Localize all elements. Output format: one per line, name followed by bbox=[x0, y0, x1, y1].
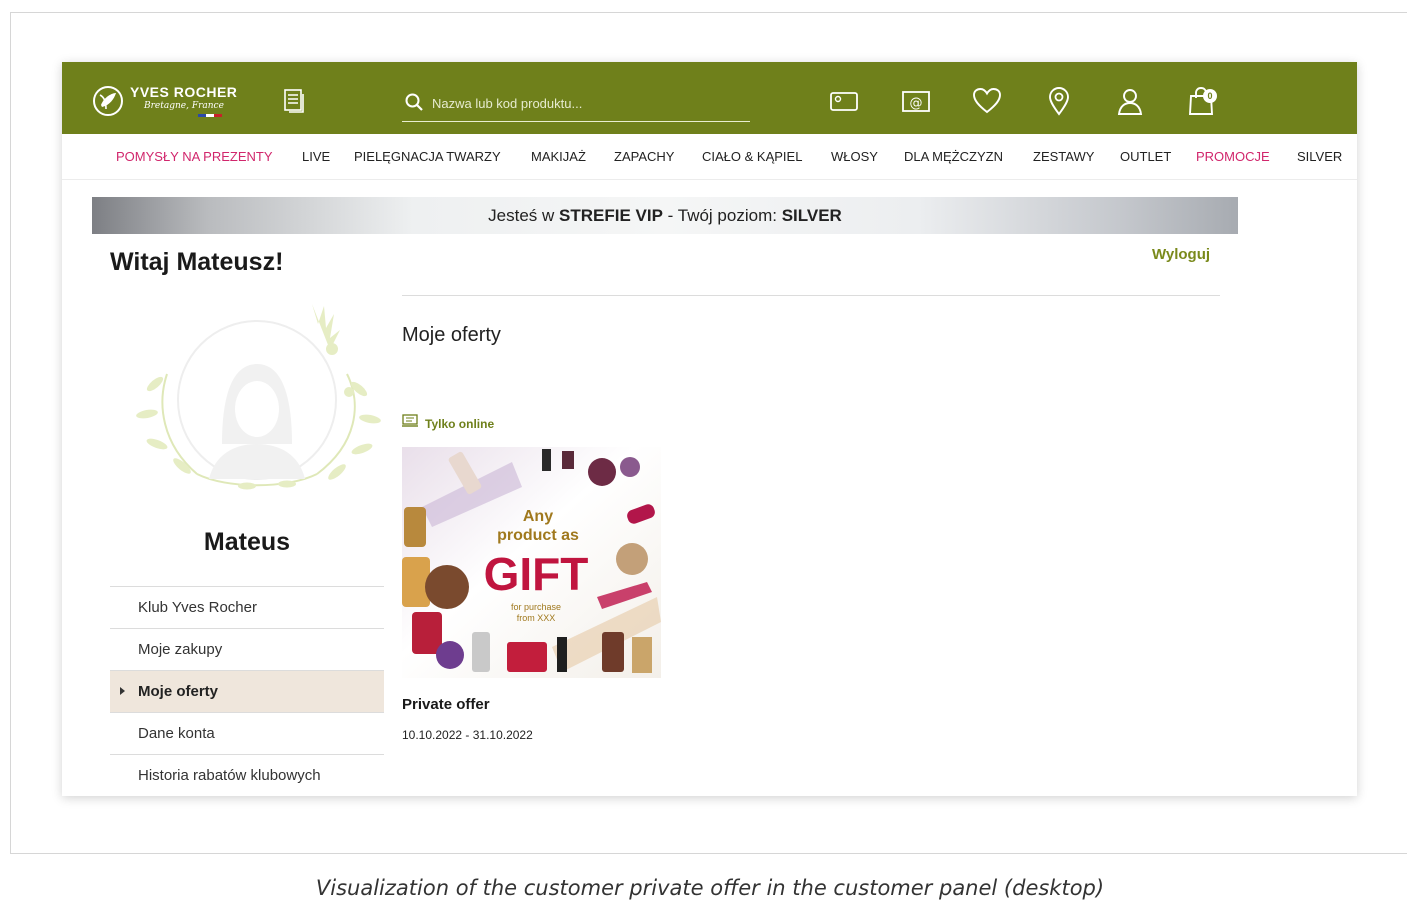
online-only-tag: Tylko online bbox=[425, 417, 495, 431]
nav-item-silver[interactable]: SILVER bbox=[1297, 149, 1342, 164]
nav-item-men[interactable]: DLA MĘŻCZYZN bbox=[904, 149, 1003, 164]
nav-item-gifts[interactable]: POMYSŁY NA PREZENTY bbox=[116, 149, 273, 164]
nav-item-face-care[interactable]: PIELĘGNACJA TWARZY bbox=[354, 149, 501, 164]
header-bar: YVES ROCHER Bretagne, France @ bbox=[62, 62, 1357, 134]
side-item-my-offers-label: Moje oferty bbox=[138, 683, 219, 700]
username: Mateus bbox=[203, 528, 291, 556]
greeting-title: Witaj Mateusz! bbox=[110, 248, 284, 276]
offer-image-line1: Any bbox=[523, 508, 553, 525]
location-pin-icon[interactable] bbox=[1044, 86, 1074, 116]
offer-image-line2: product as bbox=[497, 527, 579, 544]
vip-level: SILVER bbox=[781, 206, 842, 225]
search-bar bbox=[402, 86, 750, 122]
brand-tagline: Bretagne, France bbox=[144, 101, 224, 111]
section-title: Moje oferty bbox=[402, 324, 501, 346]
catalog-icon[interactable] bbox=[282, 88, 306, 114]
brand-logo[interactable]: YVES ROCHER Bretagne, France bbox=[92, 82, 252, 118]
offer-image-headline: GIFT bbox=[484, 548, 589, 600]
nav-item-outlet[interactable]: OUTLET bbox=[1120, 149, 1171, 164]
vip-banner: Jesteś w STREFIE VIP - Twój poziom: SILV… bbox=[92, 197, 1238, 234]
caret-right-icon bbox=[120, 687, 125, 695]
offer-image-small1: for purchase bbox=[511, 602, 561, 612]
gift-card-icon[interactable] bbox=[829, 86, 859, 116]
offer-image-small2: from XXX bbox=[517, 613, 556, 623]
content-divider bbox=[402, 295, 1220, 296]
online-only-icon bbox=[402, 414, 418, 427]
brand-name: YVES ROCHER bbox=[130, 84, 238, 100]
account-side-menu: Klub Yves Rocher Moje zakupy Moje oferty… bbox=[110, 586, 384, 796]
side-item-my-offers[interactable]: Moje oferty bbox=[110, 670, 384, 712]
figure-caption: Visualization of the customer private of… bbox=[315, 876, 1105, 900]
flag-stripe bbox=[198, 114, 222, 117]
search-icon[interactable] bbox=[404, 92, 424, 112]
vip-zone: STREFIE VIP bbox=[559, 206, 663, 225]
avatar bbox=[136, 304, 381, 490]
newsletter-icon[interactable]: @ bbox=[901, 86, 931, 116]
search-input[interactable] bbox=[432, 92, 742, 114]
logo-leaf-icon bbox=[93, 86, 123, 116]
nav-item-promotions[interactable]: PROMOCJE bbox=[1196, 149, 1270, 164]
nav-item-hair[interactable]: WŁOSY bbox=[831, 149, 878, 164]
nav-item-body-bath[interactable]: CIAŁO & KĄPIEL bbox=[702, 149, 802, 164]
offer-dates: 10.10.2022 - 31.10.2022 bbox=[402, 728, 533, 742]
side-item-purchases[interactable]: Moje zakupy bbox=[110, 628, 384, 670]
main-nav: POMYSŁY NA PREZENTY LIVE PIELĘGNACJA TWA… bbox=[62, 134, 1357, 180]
side-item-discount-history[interactable]: Historia rabatów klubowych bbox=[110, 754, 384, 796]
svg-text:@: @ bbox=[910, 96, 923, 111]
user-icon[interactable] bbox=[1115, 86, 1145, 116]
side-item-club[interactable]: Klub Yves Rocher bbox=[110, 586, 384, 628]
logout-link[interactable]: Wyloguj bbox=[1152, 246, 1210, 263]
heart-icon[interactable] bbox=[972, 86, 1002, 116]
nav-item-sets[interactable]: ZESTAWY bbox=[1033, 149, 1094, 164]
vip-middle: - Twój poziom: bbox=[662, 206, 782, 225]
offer-image[interactable]: Any product as GIFT for purchase from XX… bbox=[402, 447, 661, 678]
offer-name[interactable]: Private offer bbox=[402, 696, 490, 713]
vip-prefix: Jesteś w bbox=[488, 206, 560, 225]
nav-item-live[interactable]: LIVE bbox=[302, 149, 330, 164]
side-item-account-details[interactable]: Dane konta bbox=[110, 712, 384, 754]
cart-count-badge: 0 bbox=[1203, 89, 1217, 103]
nav-item-fragrances[interactable]: ZAPACHY bbox=[614, 149, 674, 164]
screenshot: YVES ROCHER Bretagne, France @ bbox=[62, 62, 1357, 796]
nav-item-makeup[interactable]: MAKIJAŻ bbox=[531, 149, 586, 164]
